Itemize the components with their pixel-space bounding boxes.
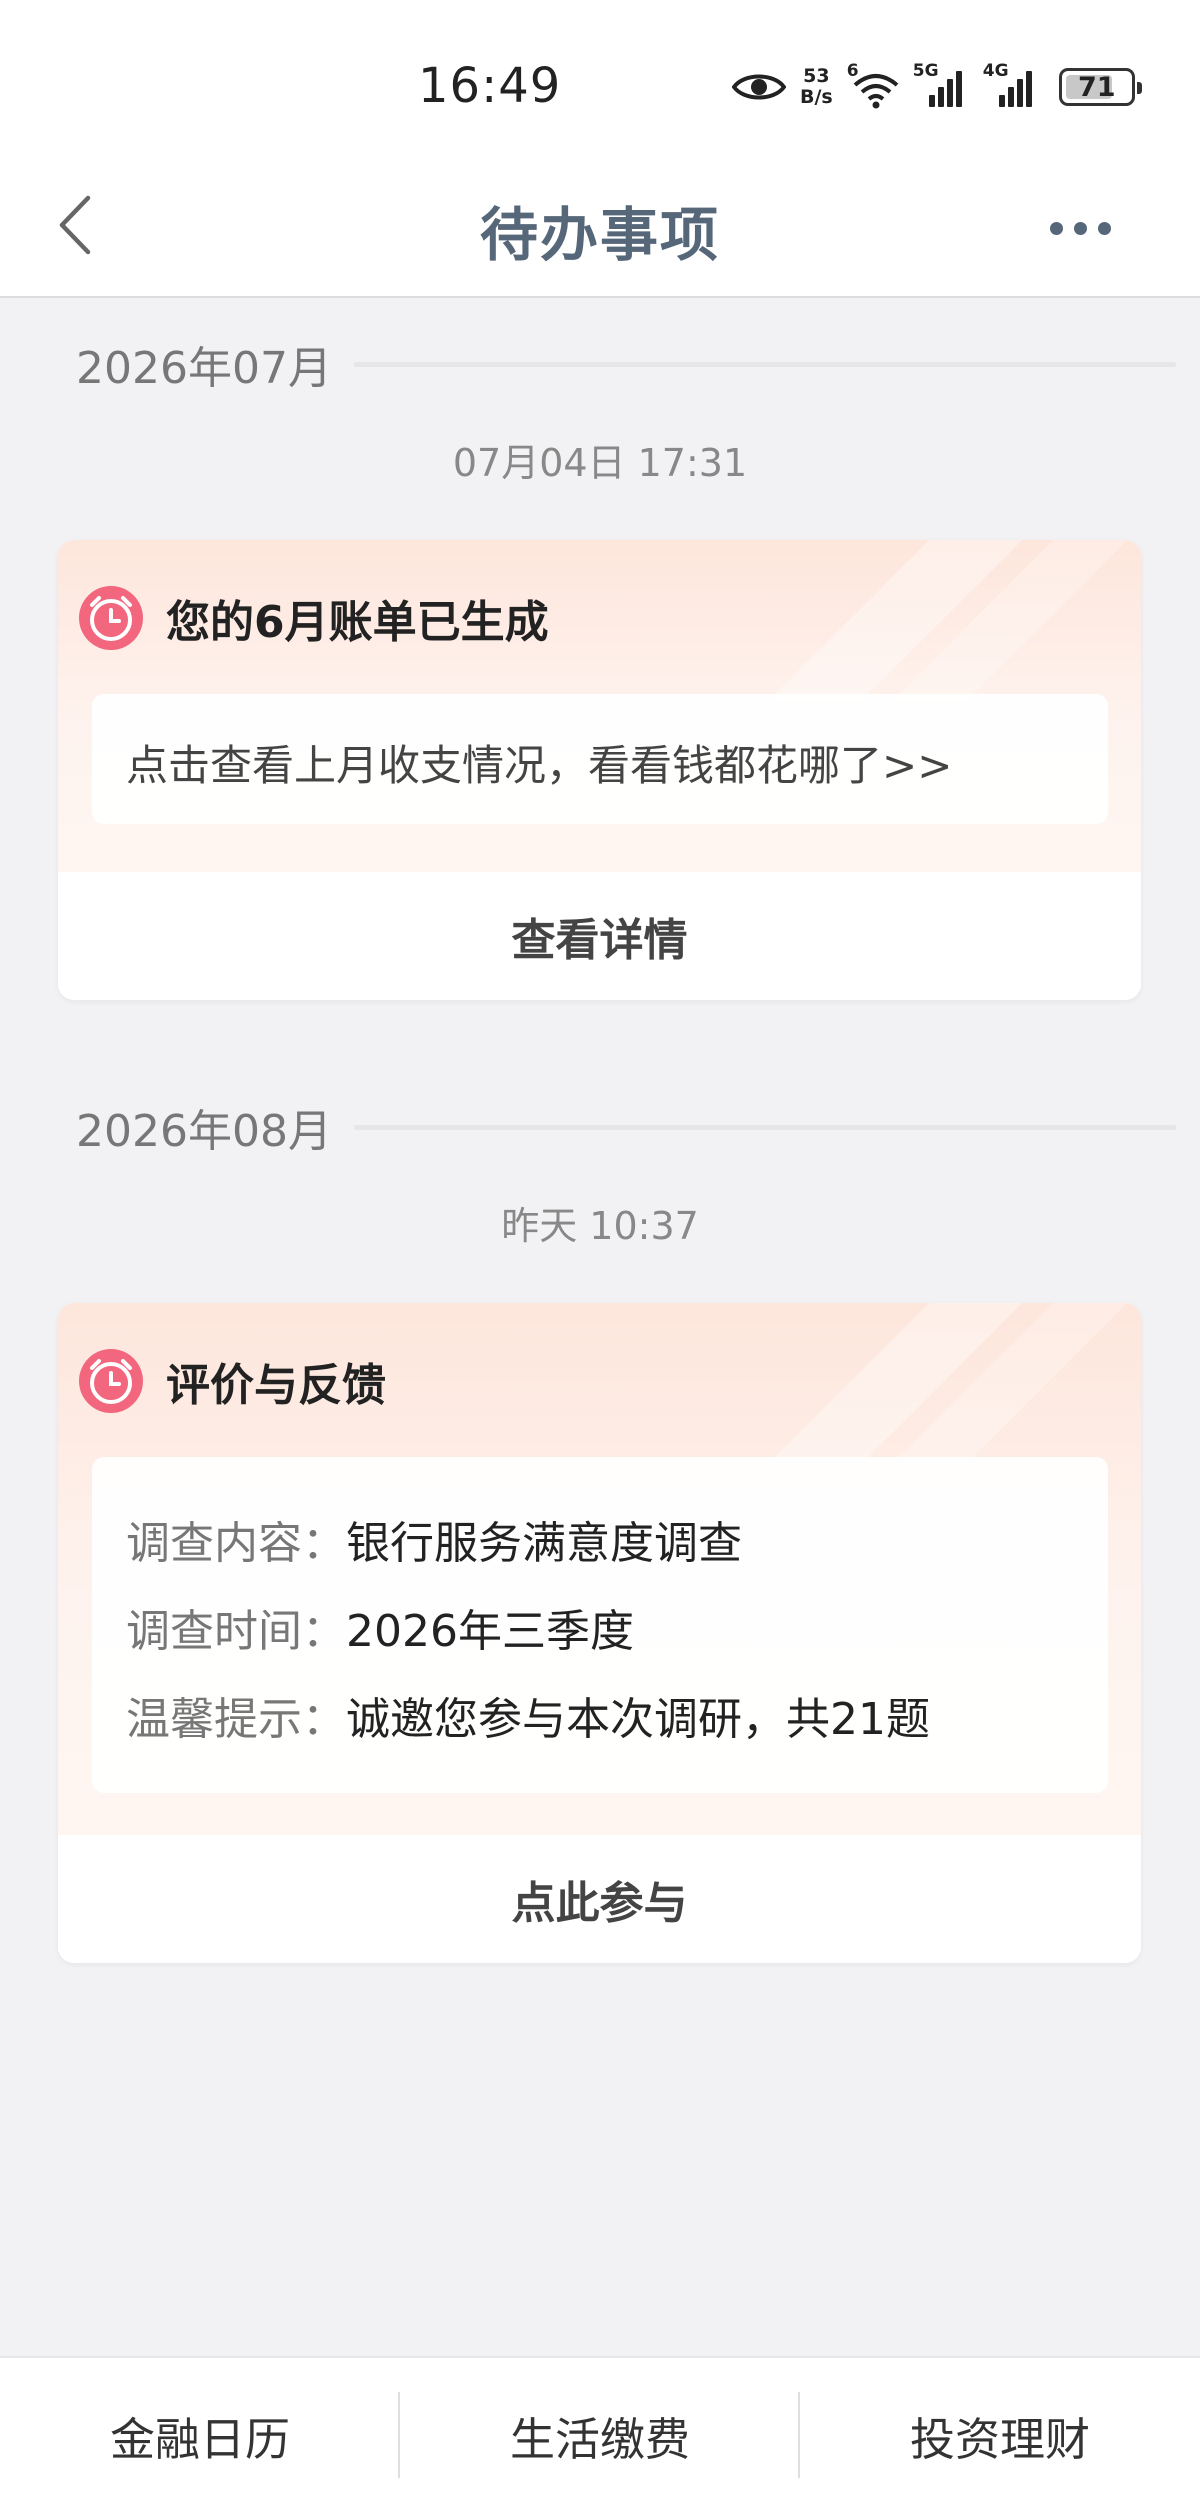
alarm-clock-icon — [79, 586, 143, 650]
month-label: 2026年07月 — [76, 343, 332, 394]
card-content: 调查内容：银行服务满意度调查 调查时间：2026年三季度 温馨提示：诚邀您参与本… — [92, 1457, 1108, 1793]
card-body-text: 点击查看上月收支情况，看看钱都花哪了>> — [126, 741, 953, 790]
tab-divider — [398, 2392, 400, 2478]
alarm-clock-icon — [79, 1349, 143, 1413]
eye-icon — [732, 74, 786, 100]
tab-investment[interactable]: 投资理财 — [800, 2403, 1200, 2468]
month-divider: 2026年08月 — [76, 1097, 1176, 1157]
bottom-tab-bar: 金融日历 生活缴费 投资理财 — [0, 2356, 1200, 2513]
nav-header: 待办事项 — [0, 160, 1200, 298]
month-label: 2026年08月 — [76, 1106, 332, 1157]
battery-icon: 71 — [1058, 68, 1142, 106]
card-title: 您的6月账单已生成 — [166, 597, 549, 648]
status-time: 16:49 — [418, 58, 562, 114]
card-title: 评价与反馈 — [166, 1360, 386, 1411]
month-divider: 2026年07月 — [76, 334, 1176, 394]
todo-card-bill[interactable]: 您的6月账单已生成 点击查看上月收支情况，看看钱都花哪了>> 查看详情 — [58, 540, 1141, 1000]
net-speed: 53 B/s — [800, 65, 833, 108]
message-time: 昨天 10:37 — [501, 1204, 699, 1248]
survey-time-row: 调查时间：2026年三季度 — [126, 1606, 634, 1657]
signal-4g-icon: 4G — [983, 61, 1039, 107]
tab-financial-calendar[interactable]: 金融日历 — [0, 2403, 400, 2468]
status-bar: 16:49 53 B/s 6 5G 4G 71 — [0, 0, 1200, 160]
page-title: 待办事项 — [479, 201, 720, 269]
status-icons: 53 B/s 6 5G 4G 71 — [732, 61, 1142, 112]
tab-utility-payment[interactable]: 生活缴费 — [400, 2403, 800, 2468]
participate-button[interactable]: 点此参与 — [58, 1835, 1141, 1963]
view-details-button[interactable]: 查看详情 — [58, 872, 1141, 1000]
card-content: 点击查看上月收支情况，看看钱都花哪了>> — [92, 694, 1108, 824]
survey-tip-row: 温馨提示：诚邀您参与本次调研，共21题 — [126, 1694, 930, 1745]
survey-content-row: 调查内容：银行服务满意度调查 — [126, 1518, 742, 1569]
signal-5g-icon: 5G — [913, 61, 969, 107]
todo-card-survey[interactable]: 评价与反馈 调查内容：银行服务满意度调查 调查时间：2026年三季度 温馨提示：… — [58, 1303, 1141, 1963]
more-options-icon[interactable] — [1050, 208, 1134, 248]
tab-divider — [798, 2392, 800, 2478]
wifi-icon: 6 — [847, 61, 899, 109]
message-time: 07月04日 17:31 — [452, 441, 748, 485]
